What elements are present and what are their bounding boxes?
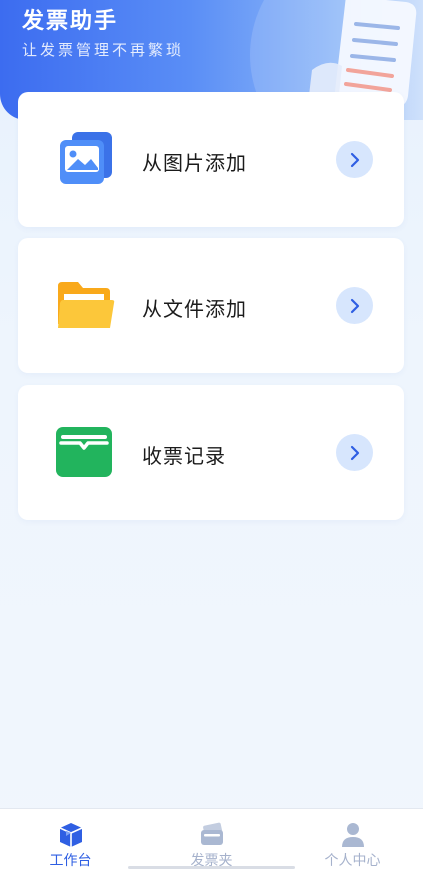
add-from-file-card[interactable]: 从文件添加 [18,238,404,373]
tab-profile[interactable]: 个人中心 [282,809,423,871]
home-indicator [128,866,295,869]
chevron-right-icon [350,445,359,460]
tab-label: 工作台 [49,853,92,869]
chevron-right-button[interactable] [336,141,373,178]
chevron-right-icon [350,298,359,313]
card-label: 从图片添加 [142,151,247,175]
add-from-image-card[interactable]: 从图片添加 [18,92,404,227]
card-label: 从文件添加 [142,297,247,321]
folder-icon [58,282,115,328]
app-subtitle: 让发票管理不再繁琐 [22,41,185,59]
tab-workbench[interactable]: 工作台 [0,809,141,871]
tab-invoice-folder[interactable]: 发票夹 [141,809,282,871]
tab-label: 个人中心 [324,853,381,869]
wallet-icon [56,427,112,477]
card-label: 收票记录 [142,444,226,468]
invoice-folder-icon [200,822,223,845]
receipt-records-card[interactable]: 收票记录 [18,385,404,520]
chevron-right-icon [350,152,359,167]
chevron-right-button[interactable] [336,434,373,471]
box-icon [59,823,82,847]
app-title: 发票助手 [22,9,119,34]
image-gallery-icon [60,132,112,184]
person-icon [341,823,364,847]
chevron-right-button[interactable] [336,287,373,324]
bottom-tab-bar: 工作台 发票夹 个人中心 [0,808,423,871]
